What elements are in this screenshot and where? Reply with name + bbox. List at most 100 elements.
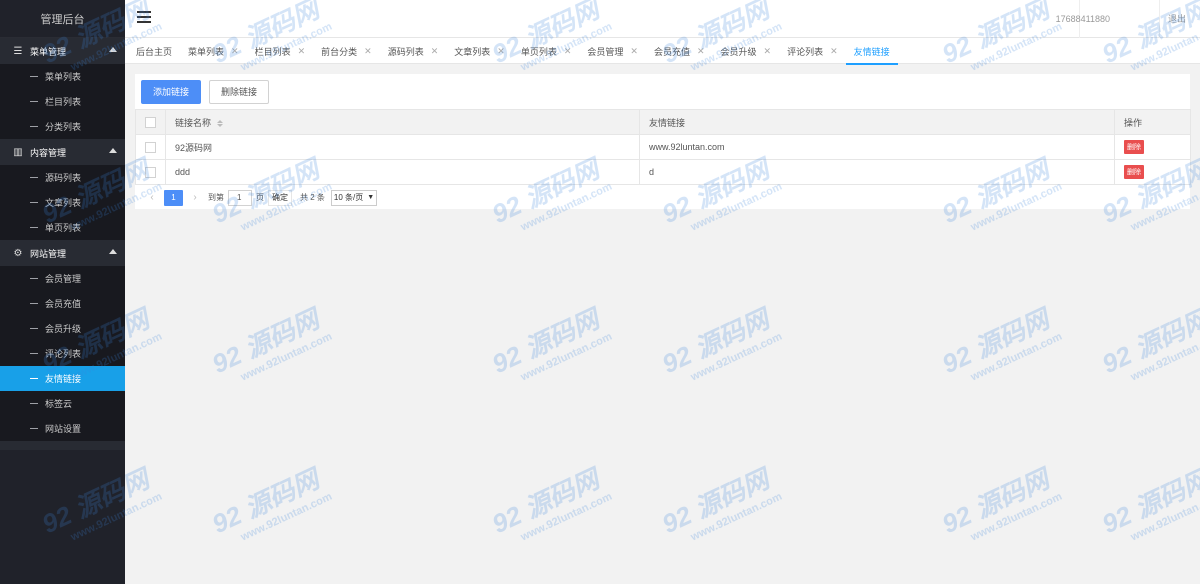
confirm-jump-button[interactable]: 确定 — [268, 189, 292, 206]
header-divider — [1159, 0, 1160, 38]
app-logo-title[interactable]: 管理后台 — [0, 0, 125, 38]
tab-menu-list[interactable]: 菜单列表 ✕ — [180, 38, 247, 64]
sidebar-item-upgrade[interactable]: 会员升级 — [0, 316, 125, 341]
prev-page-icon[interactable]: ‹ — [145, 192, 159, 203]
tab-label: 评论列表 — [787, 46, 824, 57]
sidebar-item-source-list[interactable]: 源码列表 — [0, 165, 125, 190]
top-header: 17688411880 退出 — [125, 0, 1200, 38]
watermark-logo: 92 源码网 www.92luntan.com — [487, 463, 615, 544]
close-icon[interactable]: ✕ — [630, 46, 638, 57]
column-label: 链接名称 — [175, 117, 212, 128]
dash-icon — [30, 177, 38, 178]
page-number-current[interactable]: 1 — [164, 189, 183, 206]
watermark-logo: 92 源码网 www.92luntan.com — [1097, 303, 1200, 384]
cell-link-url: www.92luntan.com — [639, 134, 1115, 160]
column-header-name[interactable]: 链接名称 — [165, 109, 640, 135]
sidebar-item-label: 栏目列表 — [45, 97, 82, 107]
dash-icon — [30, 353, 38, 354]
tab-article-list[interactable]: 文章列表 ✕ — [446, 38, 513, 64]
watermark-logo: 92 源码网 www.92luntan.com — [657, 463, 785, 544]
tab-label: 前台分类 — [321, 46, 358, 57]
sidebar-item-menu-list[interactable]: 菜单列表 — [0, 64, 125, 89]
sidebar-item-label: 会员充值 — [45, 299, 82, 309]
sidebar-item-label: 标签云 — [45, 399, 73, 409]
delete-row-button[interactable]: 删除 — [1124, 140, 1144, 154]
tab-comments[interactable]: 评论列表 ✕ — [779, 38, 846, 64]
row-checkbox[interactable] — [145, 166, 156, 178]
header-username[interactable]: 17688411880 — [1056, 0, 1110, 38]
close-icon[interactable]: ✕ — [231, 46, 239, 57]
sidebar-item-label: 评论列表 — [45, 349, 82, 359]
cell-link-url: d — [639, 159, 1115, 185]
dash-icon — [30, 403, 38, 404]
sidebar-item-label: 源码列表 — [45, 173, 82, 183]
sidebar-item-page-list[interactable]: 单页列表 — [0, 215, 125, 240]
sidebar-item-friend-links[interactable]: 友情链接 — [0, 366, 125, 391]
tab-recharge[interactable]: 会员充值 ✕ — [646, 38, 713, 64]
row-checkbox[interactable] — [145, 141, 156, 153]
sidebar: 管理后台 ☰ 菜单管理 菜单列表 栏目列表 分类列表 ▥ 内容管理 源码列表 文… — [0, 0, 125, 584]
sidebar-item-category-list[interactable]: 分类列表 — [0, 114, 125, 139]
close-icon[interactable]: ✕ — [564, 46, 572, 57]
select-all-checkbox[interactable] — [145, 116, 156, 128]
tab-label: 文章列表 — [454, 46, 491, 57]
dash-icon — [30, 202, 38, 203]
tab-label: 会员升级 — [720, 46, 757, 57]
table-row: ddd d 删除 — [135, 159, 1191, 185]
main-panel: 添加链接 删除链接 链接名称 友情链接 操作 92源码网 www.92lunta… — [135, 74, 1191, 209]
tab-front-category[interactable]: 前台分类 ✕ — [313, 38, 380, 64]
page-jump-input[interactable]: 1 — [228, 189, 252, 206]
sidebar-item-label: 会员升级 — [45, 324, 82, 334]
add-link-button[interactable]: 添加链接 — [141, 79, 202, 104]
next-page-icon[interactable]: › — [188, 192, 202, 203]
sidebar-item-label: 分类列表 — [45, 122, 82, 132]
tab-home[interactable]: 后台主页 — [128, 38, 180, 64]
tab-bar: 后台主页 菜单列表 ✕ 栏目列表 ✕ 前台分类 ✕ 源码列表 ✕ 文章列表 ✕ 单页列表 ✕… — [125, 38, 1200, 65]
column-header-actions: 操作 — [1114, 109, 1191, 135]
close-icon[interactable]: ✕ — [298, 46, 306, 57]
select-all-cell — [135, 109, 166, 135]
tab-label: 友情链接 — [853, 46, 890, 57]
delete-row-button[interactable]: 删除 — [1124, 165, 1144, 179]
logout-link[interactable]: 退出 — [1168, 0, 1186, 38]
tab-upgrade[interactable]: 会员升级 ✕ — [713, 38, 780, 64]
sidebar-item-label: 网站设置 — [45, 424, 82, 434]
watermark-logo: 92 源码网 www.92luntan.com — [657, 303, 785, 384]
tab-source-list[interactable]: 源码列表 ✕ — [380, 38, 447, 64]
sort-icon[interactable] — [217, 119, 224, 127]
sidebar-item-tag-cloud[interactable]: 标签云 — [0, 391, 125, 416]
tab-label: 单页列表 — [520, 46, 557, 57]
sidebar-item-label: 友情链接 — [45, 374, 82, 384]
tab-label: 菜单列表 — [188, 46, 225, 57]
close-icon[interactable]: ✕ — [364, 46, 372, 57]
close-icon[interactable]: ✕ — [697, 46, 705, 57]
close-icon[interactable]: ✕ — [830, 46, 838, 57]
goto-label: 到第 — [208, 193, 224, 202]
menu-group-content[interactable]: ▥ 内容管理 — [0, 139, 125, 165]
hamburger-icon[interactable] — [137, 11, 151, 23]
sidebar-item-column-list[interactable]: 栏目列表 — [0, 89, 125, 114]
tab-friend-links[interactable]: 友情链接 — [845, 38, 898, 65]
sidebar-item-recharge[interactable]: 会员充值 — [0, 291, 125, 316]
chevron-down-icon: ▼ — [367, 194, 375, 201]
sidebar-item-members[interactable]: 会员管理 — [0, 266, 125, 291]
delete-links-button[interactable]: 删除链接 — [209, 79, 270, 104]
close-icon[interactable]: ✕ — [431, 46, 439, 57]
menu-group-site[interactable]: ⚙ 网站管理 — [0, 240, 125, 266]
page-size-select[interactable]: 10 条/页 ▼ — [330, 189, 378, 206]
tab-page-list[interactable]: 单页列表 ✕ — [513, 38, 580, 64]
close-icon[interactable]: ✕ — [764, 46, 772, 57]
dash-icon — [30, 227, 38, 228]
tab-column-list[interactable]: 栏目列表 ✕ — [247, 38, 314, 64]
sidebar-item-label: 会员管理 — [45, 274, 82, 284]
sidebar-item-comments[interactable]: 评论列表 — [0, 341, 125, 366]
sidebar-item-site-settings[interactable]: 网站设置 — [0, 416, 125, 441]
total-count: 共 2 条 — [300, 193, 325, 202]
menu-group-menus[interactable]: ☰ 菜单管理 — [0, 38, 125, 64]
close-icon[interactable]: ✕ — [497, 46, 505, 57]
tab-members[interactable]: 会员管理 ✕ — [579, 38, 646, 64]
watermark-logo: 92 源码网 www.92luntan.com — [1097, 463, 1200, 544]
tab-label: 后台主页 — [136, 46, 173, 57]
sidebar-item-article-list[interactable]: 文章列表 — [0, 190, 125, 215]
table-header-row: 链接名称 友情链接 操作 — [135, 109, 1191, 135]
